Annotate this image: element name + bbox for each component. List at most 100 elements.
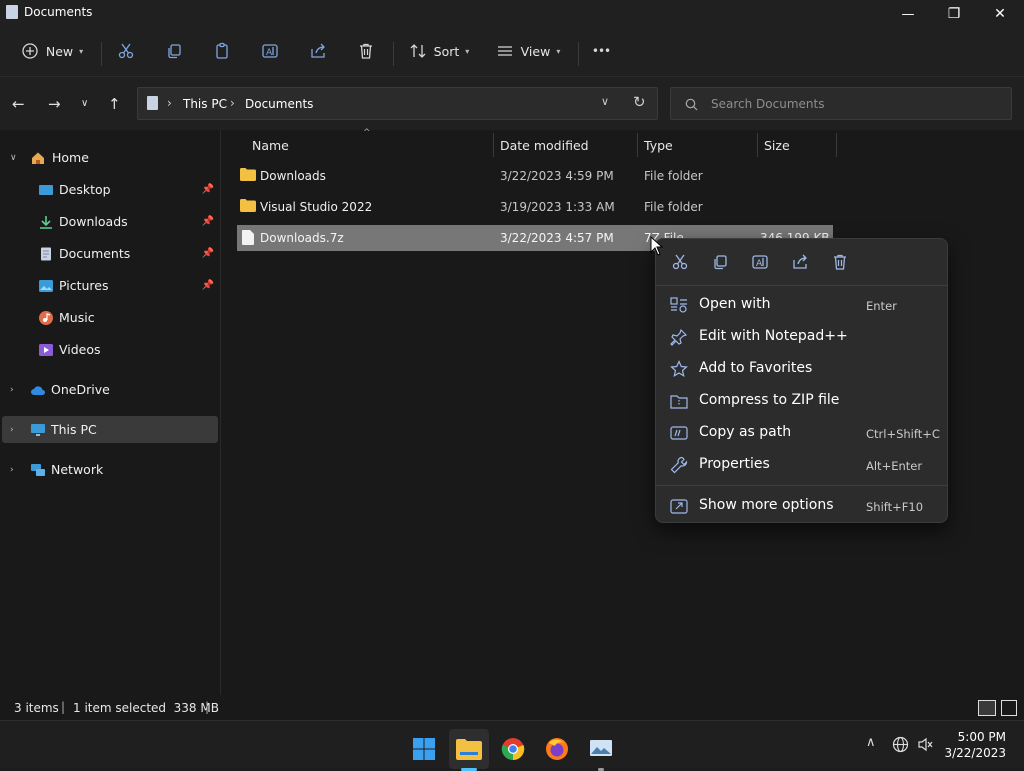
menu-item-open-with[interactable]: Open with Enter: [660, 290, 943, 320]
sort-button[interactable]: Sort ▾: [406, 38, 472, 64]
home-icon: [32, 152, 44, 164]
menu-item-properties[interactable]: Properties Alt+Enter: [660, 450, 943, 480]
column-divider[interactable]: [493, 133, 494, 157]
search-input[interactable]: Search Documents: [711, 97, 824, 111]
file-date: 3/22/2023 4:57 PM: [500, 231, 614, 245]
pin-icon: 📌: [201, 280, 214, 291]
sidebar-item-network[interactable]: › Network: [2, 456, 218, 483]
svg-text:A: A: [266, 48, 273, 58]
more-options-button[interactable]: •••: [589, 38, 613, 64]
sidebar-item-onedrive[interactable]: › OneDrive: [2, 376, 218, 403]
menu-item-add-to-favorites[interactable]: Add to Favorites: [660, 354, 943, 384]
sidebar-item-label: Desktop: [59, 182, 111, 197]
zip-folder-icon: [670, 395, 688, 409]
search-box[interactable]: Search Documents: [670, 87, 1012, 120]
toolbar-divider: [393, 42, 394, 66]
breadcrumb-this-pc[interactable]: This PC: [183, 97, 227, 111]
sort-label: Sort: [433, 43, 460, 59]
sidebar-item-desktop[interactable]: Desktop 📌: [2, 176, 218, 203]
menu-item-shortcut: Alt+Enter: [866, 459, 923, 473]
menu-item-label: Add to Favorites: [699, 360, 813, 376]
open-with-icon: [670, 297, 687, 313]
music-icon: [39, 310, 53, 325]
address-bar[interactable]: › This PC › Documents ∨ ↻: [137, 87, 658, 120]
column-divider[interactable]: [757, 133, 758, 157]
breadcrumb-documents[interactable]: Documents: [245, 97, 313, 111]
copy-icon[interactable]: [711, 253, 729, 271]
volume-muted-icon[interactable]: [917, 736, 934, 753]
chevron-right-icon[interactable]: ›: [10, 385, 14, 395]
table-row[interactable]: Visual Studio 2022 3/19/2023 1:33 AM Fil…: [237, 194, 833, 220]
monitor-app-icon: [590, 740, 612, 756]
taskbar-chrome[interactable]: [493, 729, 533, 769]
column-divider[interactable]: [836, 133, 837, 157]
cut-icon[interactable]: [671, 253, 689, 271]
mouse-cursor-icon: [650, 236, 664, 256]
sidebar-item-downloads[interactable]: Downloads 📌: [2, 208, 218, 235]
sidebar-item-this-pc[interactable]: › This PC: [2, 416, 218, 443]
column-divider[interactable]: [637, 133, 638, 157]
file-name: Visual Studio 2022: [260, 200, 373, 214]
chevron-right-icon[interactable]: ›: [10, 425, 14, 435]
system-clock[interactable]: 5:00 PM 3/22/2023: [944, 729, 1006, 761]
chevron-down-icon[interactable]: ∨: [10, 153, 17, 163]
trash-icon[interactable]: [831, 253, 849, 271]
new-label: New: [45, 43, 74, 59]
pin-icon: 📌: [201, 184, 214, 195]
chevron-right-icon[interactable]: ›: [10, 465, 14, 475]
menu-item-show-more-options[interactable]: Show more options Shift+F10: [660, 491, 943, 521]
navigation-pane: ∨ Home Desktop 📌 Downloads 📌 Documents 📌…: [0, 130, 220, 695]
taskbar-file-explorer[interactable]: [449, 729, 489, 771]
tiles-view-icon[interactable]: [1001, 700, 1017, 716]
delete-button[interactable]: [354, 38, 378, 64]
up-arrow-icon[interactable]: ↑: [108, 95, 121, 113]
computer-icon: [31, 423, 45, 436]
maximize-button[interactable]: ❐: [931, 0, 977, 28]
table-row[interactable]: Downloads 3/22/2023 4:59 PM File folder: [237, 163, 833, 189]
taskbar-app[interactable]: [581, 729, 621, 771]
back-arrow-icon[interactable]: ←: [12, 95, 25, 113]
paste-button[interactable]: [210, 38, 234, 64]
copy-icon: [168, 44, 181, 59]
item-count: 3 items: [14, 701, 59, 715]
refresh-icon[interactable]: ↻: [633, 93, 646, 111]
share-button[interactable]: [306, 38, 330, 64]
copy-path-icon: [670, 426, 688, 440]
cut-button[interactable]: [114, 38, 138, 64]
share-icon[interactable]: [791, 253, 809, 271]
pin-icon: 📌: [201, 248, 214, 259]
sidebar-item-documents[interactable]: Documents 📌: [2, 240, 218, 267]
network-globe-icon[interactable]: [892, 736, 909, 753]
forward-arrow-icon[interactable]: →: [48, 95, 61, 113]
taskbar-firefox[interactable]: [537, 729, 577, 769]
pane-divider[interactable]: [220, 130, 221, 695]
sidebar-item-home[interactable]: ∨ Home: [2, 144, 218, 171]
show-hidden-icons-icon[interactable]: ∧: [866, 735, 876, 750]
copy-button[interactable]: [162, 38, 186, 64]
share-icon: [311, 43, 325, 58]
firefox-icon: [546, 738, 568, 760]
view-button[interactable]: View ▾: [494, 38, 562, 64]
recent-locations-chevron-icon[interactable]: ∨: [81, 98, 88, 109]
wrench-icon: [670, 456, 688, 474]
rename-button[interactable]: A: [258, 38, 282, 64]
pin-icon: [670, 328, 688, 346]
address-history-chevron-icon[interactable]: ∨: [601, 95, 609, 108]
new-button[interactable]: New ▾: [14, 38, 90, 64]
sidebar-item-videos[interactable]: Videos: [2, 336, 218, 363]
sidebar-item-pictures[interactable]: Pictures 📌: [2, 272, 218, 299]
start-button[interactable]: [404, 729, 444, 769]
file-name: Downloads: [260, 169, 326, 183]
sidebar-item-music[interactable]: Music: [2, 304, 218, 331]
details-view-icon[interactable]: [978, 700, 996, 716]
close-button[interactable]: ✕: [977, 0, 1023, 28]
minimize-button[interactable]: —: [885, 0, 931, 28]
menu-item-compress-zip[interactable]: Compress to ZIP file: [660, 386, 943, 416]
rename-icon[interactable]: A: [751, 253, 769, 271]
menu-item-shortcut: Shift+F10: [866, 500, 924, 514]
sort-ascending-icon: ^: [363, 128, 371, 138]
folder-icon: [240, 199, 256, 212]
menu-item-copy-as-path[interactable]: Copy as path Ctrl+Shift+C: [660, 418, 943, 448]
menu-item-edit-with-notepad[interactable]: Edit with Notepad++: [660, 322, 943, 352]
taskbar: ∧ 5:00 PM 3/22/2023: [0, 720, 1024, 771]
